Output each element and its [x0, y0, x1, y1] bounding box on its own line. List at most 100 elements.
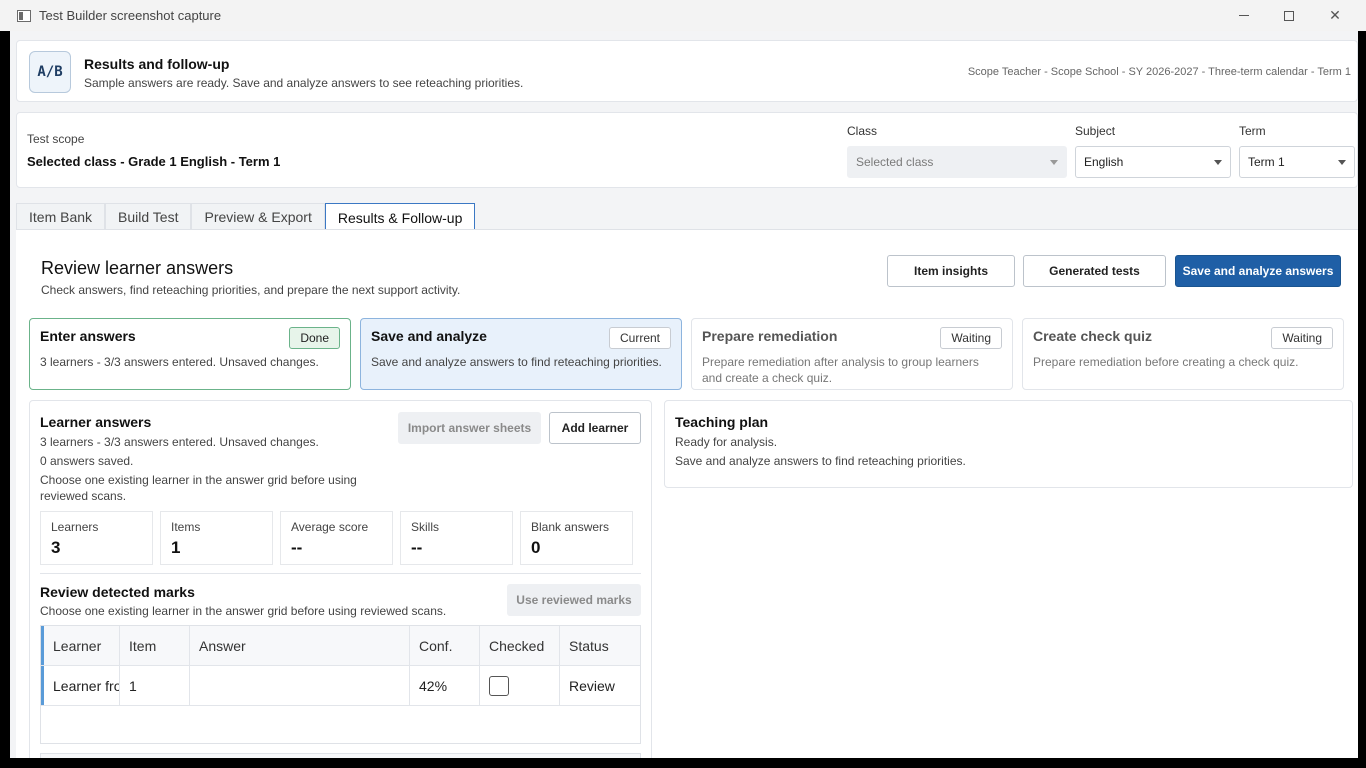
stat-learners: Learners 3	[40, 511, 153, 565]
teaching-plan-panel: Teaching plan Ready for analysis. Save a…	[664, 400, 1353, 488]
step-description: Prepare remediation before creating a ch…	[1033, 355, 1299, 369]
window-edge-right	[1358, 31, 1366, 768]
subject-select-value: English	[1084, 155, 1124, 169]
stat-value: --	[411, 538, 423, 557]
add-learner-button[interactable]: Add learner	[549, 412, 641, 444]
stat-label: Blank answers	[531, 520, 610, 534]
step-prepare-remediation: Prepare remediation Waiting Prepare reme…	[691, 318, 1013, 390]
cell-conf: 42%	[410, 666, 480, 705]
stat-skills: Skills --	[400, 511, 513, 565]
window-edge-bottom	[0, 758, 1366, 768]
use-reviewed-marks-button[interactable]: Use reviewed marks	[507, 584, 641, 616]
results-panel: Review learner answers Check answers, fi…	[16, 229, 1358, 768]
subject-label: Subject	[1075, 124, 1116, 138]
scope-summary: Scope Teacher - Scope School - SY 2026-2…	[967, 66, 1351, 78]
stat-value: --	[291, 538, 303, 557]
term-select-value: Term 1	[1248, 155, 1285, 169]
status-badge: Done	[289, 327, 340, 349]
chevron-down-icon	[1050, 160, 1058, 165]
chevron-down-icon	[1214, 160, 1222, 165]
section-subtitle: Check answers, find reteaching prioritie…	[41, 283, 461, 297]
class-select[interactable]: Selected class	[847, 146, 1067, 178]
cell-checked	[480, 666, 560, 705]
status-badge: Current	[608, 327, 671, 349]
learner-answers-title: Learner answers	[40, 414, 152, 430]
import-answer-sheets-button[interactable]: Import answer sheets	[398, 412, 541, 444]
column-header-status[interactable]: Status	[560, 626, 639, 665]
table-row[interactable]: Learner from 1 42% Review	[41, 666, 640, 706]
stat-value: 0	[531, 538, 541, 557]
section-title: Review learner answers	[41, 258, 234, 278]
divider	[40, 573, 641, 574]
teaching-plan-hint: Save and analyze answers to find reteach…	[675, 454, 966, 468]
ab-logo-icon: A/B	[29, 51, 71, 93]
tab-item-bank[interactable]: Item Bank	[16, 203, 106, 230]
table-header-row: Learner Item Answer Conf. Checked Status	[41, 626, 640, 666]
step-title: Create check quiz	[1033, 328, 1153, 344]
minimize-button[interactable]	[1221, 0, 1267, 31]
stat-value: 1	[171, 538, 181, 557]
title-bar: Test Builder screenshot capture ✕	[0, 0, 1366, 31]
chevron-down-icon	[1338, 160, 1346, 165]
review-marks-title: Review detected marks	[40, 584, 195, 600]
stat-value: 3	[51, 538, 61, 557]
stat-label: Skills	[411, 520, 440, 534]
app-window: Test Builder screenshot capture ✕ A/B Re…	[0, 0, 1366, 768]
column-header-checked[interactable]: Checked	[480, 626, 560, 665]
column-header-learner[interactable]: Learner	[41, 626, 120, 665]
page-header: A/B Results and follow-up Sample answers…	[16, 40, 1358, 102]
cell-item: 1	[120, 666, 190, 705]
subject-select[interactable]: English	[1075, 146, 1231, 178]
stat-label: Items	[171, 520, 201, 534]
column-header-conf[interactable]: Conf.	[410, 626, 480, 665]
test-scope-label: Test scope	[27, 132, 85, 146]
column-header-answer[interactable]: Answer	[190, 626, 410, 665]
step-create-check-quiz: Create check quiz Waiting Prepare remedi…	[1022, 318, 1344, 390]
stat-blank-answers: Blank answers 0	[520, 511, 633, 565]
main-tabs: Item Bank Build Test Preview & Export Re…	[16, 203, 476, 231]
maximize-icon	[1284, 10, 1294, 21]
test-scope-value: Selected class - Grade 1 English - Term …	[27, 154, 281, 169]
column-header-item[interactable]: Item	[120, 626, 190, 665]
cell-learner: Learner from	[41, 666, 120, 705]
stat-label: Average score	[291, 520, 369, 534]
table-empty-area	[41, 706, 640, 743]
generated-tests-button[interactable]: Generated tests	[1023, 255, 1166, 287]
teaching-plan-status: Ready for analysis.	[675, 435, 778, 449]
learner-answers-panel: Learner answers 3 learners - 3/3 answers…	[29, 400, 652, 768]
term-select[interactable]: Term 1	[1239, 146, 1355, 178]
step-description: 3 learners - 3/3 answers entered. Unsave…	[40, 355, 319, 369]
cell-status: Review	[569, 677, 615, 694]
status-badge: Waiting	[1271, 327, 1333, 349]
step-title: Save and analyze	[371, 328, 487, 344]
minimize-icon	[1239, 15, 1249, 16]
step-description: Prepare remediation after analysis to gr…	[702, 355, 979, 385]
close-icon: ✕	[1329, 7, 1341, 23]
step-title: Prepare remediation	[702, 328, 838, 344]
window-edge-left	[0, 31, 10, 768]
tab-preview-export[interactable]: Preview & Export	[191, 203, 325, 230]
item-insights-button[interactable]: Item insights	[887, 255, 1015, 287]
step-save-analyze: Save and analyze Current Save and analyz…	[360, 318, 682, 390]
save-analyze-button[interactable]: Save and analyze answers	[1175, 255, 1341, 287]
close-button[interactable]: ✕	[1312, 0, 1358, 31]
class-label: Class	[847, 124, 878, 138]
answers-saved: 0 answers saved.	[40, 454, 134, 468]
step-description: Save and analyze answers to find reteach…	[371, 355, 662, 369]
tab-results-follow-up[interactable]: Results & Follow-up	[324, 203, 476, 231]
status-badge: Waiting	[940, 327, 1002, 349]
checked-checkbox[interactable]	[489, 675, 509, 696]
app-icon	[17, 9, 31, 22]
answers-status: 3 learners - 3/3 answers entered. Unsave…	[40, 435, 319, 449]
maximize-button[interactable]	[1266, 0, 1312, 31]
window-title: Test Builder screenshot capture	[39, 8, 222, 23]
class-select-value: Selected class	[856, 155, 934, 169]
stat-items: Items 1	[160, 511, 273, 565]
tab-build-test[interactable]: Build Test	[105, 203, 192, 230]
term-label: Term	[1239, 124, 1266, 138]
cell-answer[interactable]	[190, 666, 410, 705]
test-scope-card: Test scope Selected class - Grade 1 Engl…	[16, 112, 1358, 188]
step-enter-answers: Enter answers Done 3 learners - 3/3 answ…	[29, 318, 351, 390]
page-subtitle: Sample answers are ready. Save and analy…	[84, 76, 524, 90]
page-title: Results and follow-up	[84, 56, 230, 72]
